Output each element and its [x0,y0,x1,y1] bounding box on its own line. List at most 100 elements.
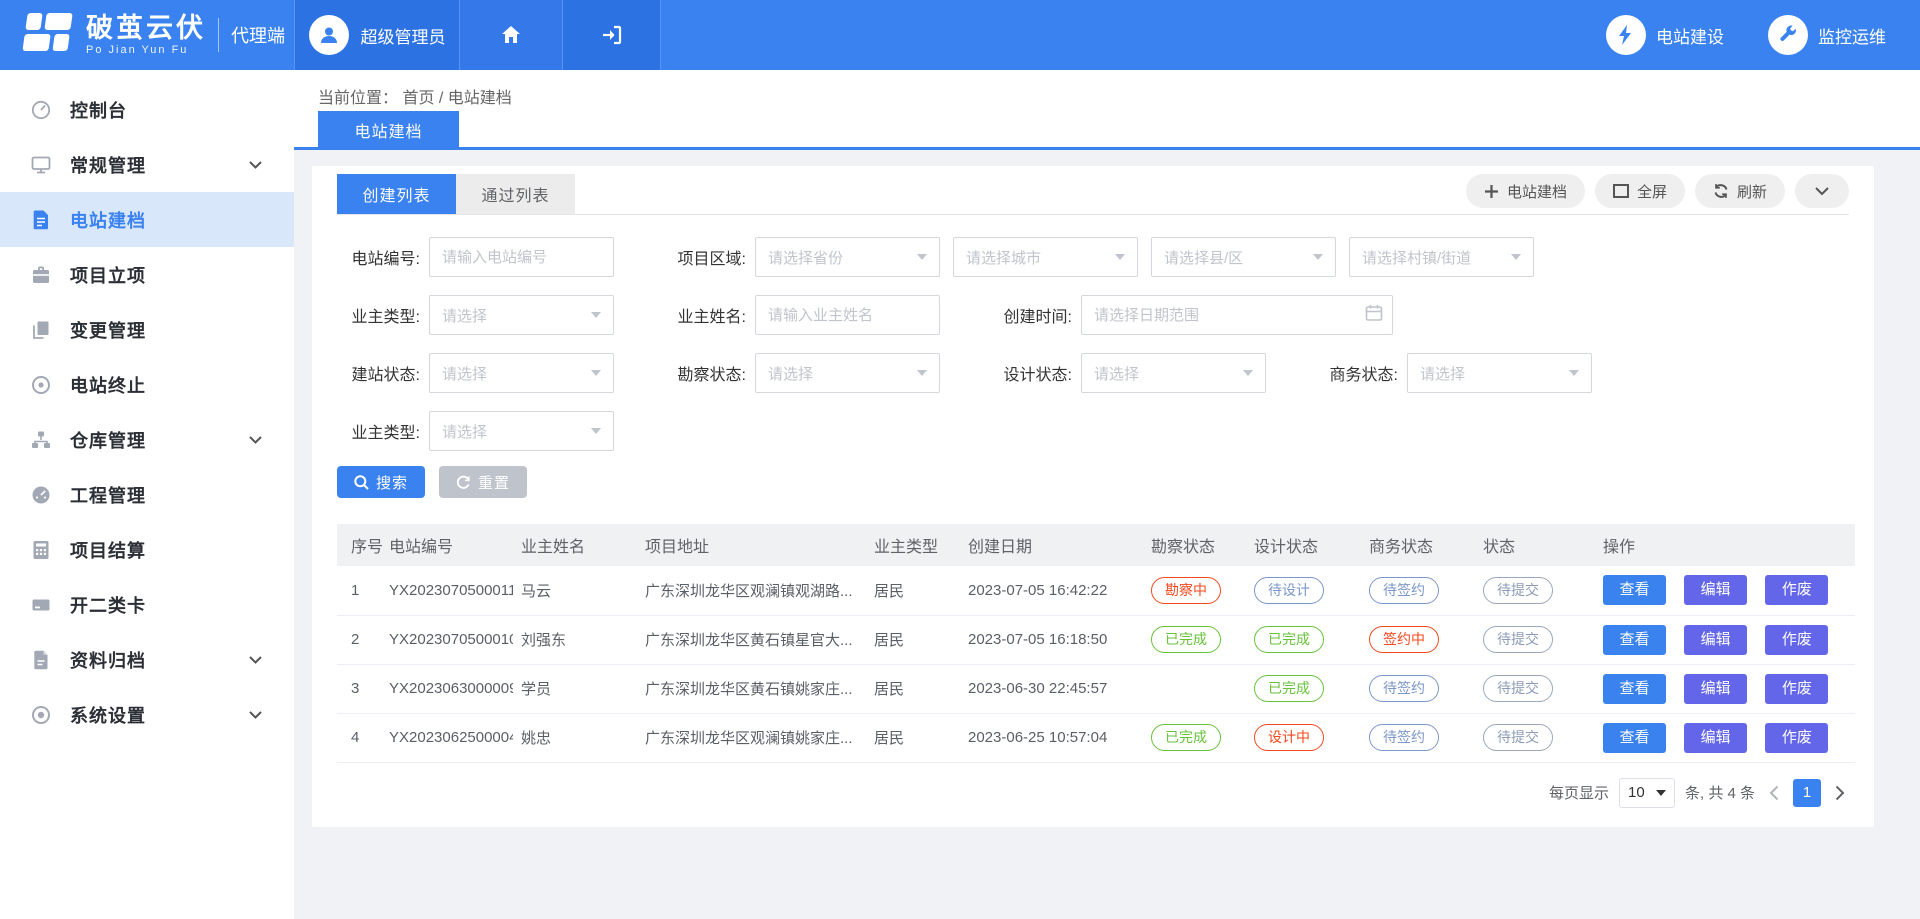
user-name: 超级管理员 [361,23,446,48]
search-icon [354,475,369,490]
home-button[interactable] [459,0,562,70]
city-select[interactable]: 请选择城市 [953,237,1138,277]
add-station-button[interactable]: 电站建档 [1466,174,1585,208]
sidebar-item-project-settlement[interactable]: 项目结算 [0,522,294,577]
nav-station-build[interactable]: 电站建设 [1606,15,1724,55]
view-button[interactable]: 查看 [1603,674,1666,704]
sidebar-item-general-mgmt[interactable]: 常规管理 [0,137,294,192]
county-select[interactable]: 请选择县/区 [1151,237,1336,277]
page-tab-station-archive[interactable]: 电站建档 [318,111,459,148]
owner-type2-label: 业主类型: [337,419,420,443]
caret-down-icon [591,312,601,318]
list-tabs: 创建列表 通过列表 电站建档 全屏 刷新 [337,166,1849,215]
gauge-icon [30,483,54,507]
status-badge: 签约中 [1369,626,1439,653]
chevron-left-icon [1769,785,1779,801]
province-select[interactable]: 请选择省份 [755,237,940,277]
date-range-input[interactable] [1081,295,1393,335]
tab-passed-list[interactable]: 通过列表 [456,174,575,214]
wrench-icon [1768,15,1808,55]
status-badge: 待签约 [1369,724,1439,751]
sidebar-item-station-terminate[interactable]: 电站终止 [0,357,294,412]
caret-down-icon [1243,370,1253,376]
sidebar-item-system-settings[interactable]: 系统设置 [0,687,294,742]
current-user[interactable]: 超级管理员 [294,0,459,70]
design-status-label: 设计状态: [989,361,1072,385]
breadcrumb-bar: 当前位置： 首页 / 电站建档 电站建档 [294,70,1920,150]
caret-down-icon [591,428,601,434]
sidebar-item-dashboard[interactable]: 控制台 [0,82,294,137]
edit-button[interactable]: 编辑 [1684,674,1747,704]
void-button[interactable]: 作废 [1765,723,1828,753]
sidebar-item-project-setup[interactable]: 项目立项 [0,247,294,302]
status-badge: 已完成 [1254,626,1324,653]
tab-create-list[interactable]: 创建列表 [337,174,456,214]
caret-down-icon [1511,254,1521,260]
page-number-1[interactable]: 1 [1793,779,1821,807]
table-header-row: 序号 电站编号 业主姓名 项目地址 业主类型 创建日期 勘察状态 设计状态 商务… [337,524,1855,566]
sidebar-item-station-archive[interactable]: 电站建档 [0,192,294,247]
total-label: 条, 共 4 条 [1685,782,1755,803]
next-page-button[interactable] [1831,785,1849,801]
void-button[interactable]: 作废 [1765,625,1828,655]
sidebar-item-engineering-mgmt[interactable]: 工程管理 [0,467,294,522]
status-badge: 勘察中 [1151,577,1221,604]
status-badge: 待提交 [1483,626,1553,653]
edit-button[interactable]: 编辑 [1684,723,1747,753]
breadcrumb: 当前位置： 首页 / 电站建档 [318,84,512,108]
card-icon [30,593,54,617]
void-button[interactable]: 作废 [1765,674,1828,704]
town-select[interactable]: 请选择村镇/街道 [1349,237,1534,277]
bolt-icon [1606,15,1646,55]
refresh-icon [1713,183,1729,199]
sidebar-item-warehouse-mgmt[interactable]: 仓库管理 [0,412,294,467]
plus-icon [1484,184,1499,199]
status-badge: 待签约 [1369,675,1439,702]
filter-form: 电站编号: 项目区域: 请选择省份 请选择城市 请选择县/区 请选择村镇/街道 … [337,215,1849,451]
edit-button[interactable]: 编辑 [1684,625,1747,655]
owner-type2-select[interactable]: 请选择 [429,411,614,451]
reset-button[interactable]: 重置 [439,466,527,498]
sidebar-item-change-mgmt[interactable]: 变更管理 [0,302,294,357]
portal-label: 代理端 [218,18,285,52]
view-button[interactable]: 查看 [1603,723,1666,753]
chevron-down-icon [249,711,262,719]
sidebar-item-data-archive[interactable]: 资料归档 [0,632,294,687]
sidebar: 控制台 常规管理 电站建档 项目立项 变更管理 电站终止 仓库管理 工程管理 项… [0,70,294,919]
calendar-icon [1365,304,1383,322]
nav-monitor-ops[interactable]: 监控运维 [1768,15,1886,55]
build-status-select[interactable]: 请选择 [429,353,614,393]
status-badge: 已完成 [1151,626,1221,653]
search-button[interactable]: 搜索 [337,466,425,498]
caret-down-icon [1569,370,1579,376]
owner-type-select[interactable]: 请选择 [429,295,614,335]
table-row: 4 YX2023062500004 姚忠 广东深圳龙华区观澜镇姚家庄... 居民… [337,713,1855,762]
status-badge: 待提交 [1483,724,1553,751]
header-right-nav: 电站建设 监控运维 [1606,0,1920,70]
caret-down-icon [1656,790,1666,796]
design-status-select[interactable]: 请选择 [1081,353,1266,393]
void-button[interactable]: 作废 [1765,575,1828,605]
owner-type-label: 业主类型: [337,303,420,327]
sidebar-item-open-card[interactable]: 开二类卡 [0,577,294,632]
refresh-button[interactable]: 刷新 [1695,174,1785,208]
status-badge: 待提交 [1483,577,1553,604]
survey-status-select[interactable]: 请选择 [755,353,940,393]
app-title: 破茧云伏 [86,14,206,44]
status-badge: 待提交 [1483,675,1553,702]
per-page-select[interactable]: 10 [1619,778,1675,808]
filter-actions: 搜索 重置 [337,466,1849,498]
business-status-select[interactable]: 请选择 [1407,353,1592,393]
table-row: 2 YX2023070500010 刘强东 广东深圳龙华区黄石镇星官大... 居… [337,615,1855,664]
edit-button[interactable]: 编辑 [1684,575,1747,605]
fullscreen-button[interactable]: 全屏 [1595,174,1685,208]
owner-name-label: 业主姓名: [663,303,746,327]
prev-page-button[interactable] [1765,785,1783,801]
caret-down-icon [1115,254,1125,260]
collapse-toolbar-button[interactable] [1795,174,1849,208]
owner-name-input[interactable] [755,295,940,335]
view-button[interactable]: 查看 [1603,625,1666,655]
station-no-input[interactable] [429,237,614,277]
view-button[interactable]: 查看 [1603,575,1666,605]
logout-button[interactable] [562,0,661,70]
